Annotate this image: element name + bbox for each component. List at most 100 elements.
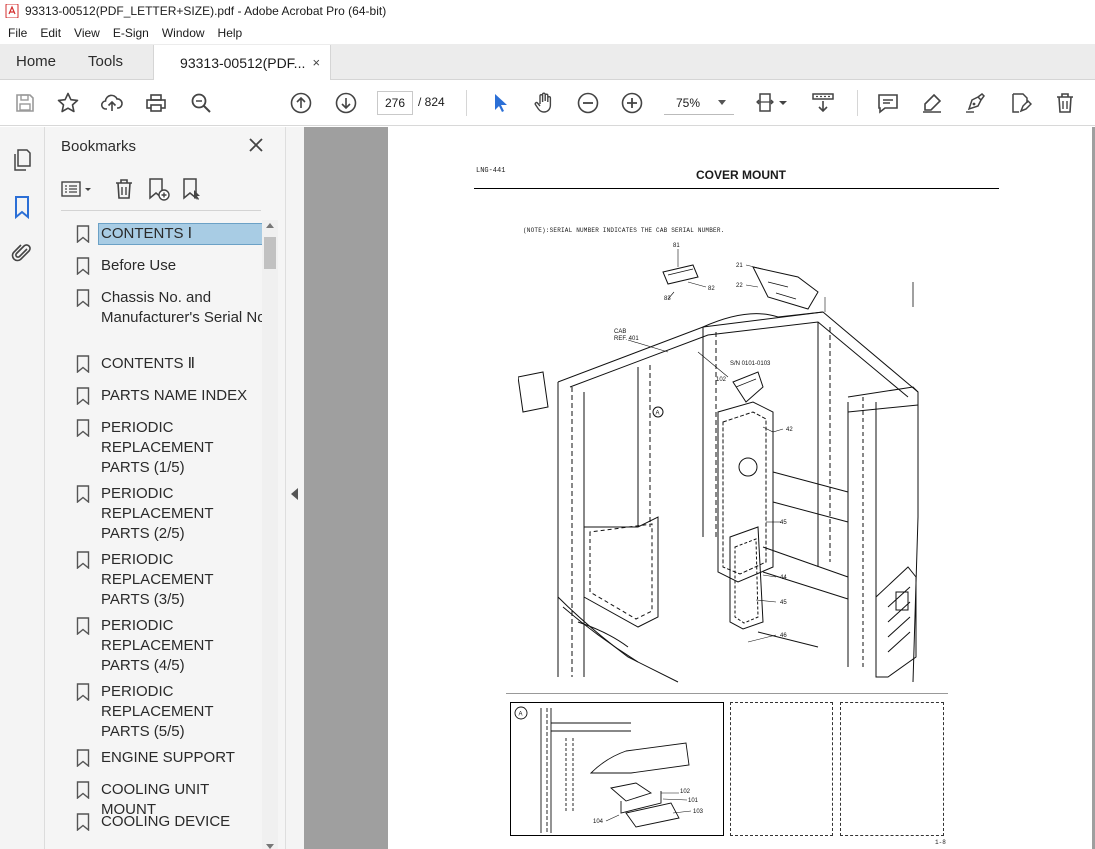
hand-tool-icon[interactable] xyxy=(532,91,556,115)
bookmarks-toolbar xyxy=(61,176,261,202)
menu-window[interactable]: Window xyxy=(162,26,205,40)
save-icon[interactable] xyxy=(13,91,37,115)
menu-bar: File Edit View E-Sign Window Help xyxy=(0,22,1095,44)
sign-pen-icon[interactable] xyxy=(963,91,987,115)
main-toolbar: 276 / 824 75% xyxy=(0,80,1095,126)
bookmarks-panel-icon[interactable] xyxy=(10,195,34,220)
tab-document[interactable]: 93313-00512(PDF... × xyxy=(153,45,332,80)
print-icon[interactable] xyxy=(144,91,168,115)
callout-81: 81 xyxy=(673,243,680,249)
bookmark-options-icon[interactable] xyxy=(61,176,97,202)
new-bookmark-icon[interactable] xyxy=(145,176,171,202)
menu-file[interactable]: File xyxy=(8,26,27,40)
page-note: (NOTE):SERIAL NUMBER INDICATES THE CAB S… xyxy=(523,227,725,234)
callout-45-lower: 45 xyxy=(780,600,787,606)
bookmark-icon xyxy=(76,225,90,243)
bookmark-label: Chassis No. and Manufacturer's Serial No xyxy=(101,289,263,326)
acrobat-app-icon xyxy=(5,4,19,18)
menu-esign[interactable]: E-Sign xyxy=(113,26,149,40)
menu-edit[interactable]: Edit xyxy=(40,26,61,40)
next-page-icon[interactable] xyxy=(334,91,358,115)
bookmark-item-before-use[interactable]: Before Use xyxy=(76,256,263,276)
delete-trash-icon[interactable] xyxy=(1053,91,1077,115)
highlight-pen-icon[interactable] xyxy=(920,91,944,115)
bookmark-label: CONTENTS Ⅱ xyxy=(101,355,196,372)
star-icon[interactable] xyxy=(56,91,80,115)
zoom-level-value: 75% xyxy=(676,95,701,110)
toolbar-divider xyxy=(466,90,467,116)
bookmark-icon xyxy=(76,485,90,503)
detail-separator xyxy=(506,693,948,694)
bookmark-item-chassis-no[interactable]: Chassis No. and Manufacturer's Serial No xyxy=(76,288,263,328)
divider xyxy=(61,210,261,211)
toolbar-divider xyxy=(857,90,858,116)
page-fit-icon[interactable] xyxy=(755,91,791,115)
panel-splitter[interactable] xyxy=(285,127,304,849)
scrollbar-thumb[interactable] xyxy=(264,237,276,269)
bookmark-item-parts-name-index[interactable]: PARTS NAME INDEX xyxy=(76,386,263,406)
attachments-paperclip-icon[interactable] xyxy=(10,241,34,265)
comment-icon[interactable] xyxy=(876,91,900,115)
title-rule xyxy=(474,188,999,189)
callout-44: 44 xyxy=(780,575,787,581)
page-number-input[interactable]: 276 xyxy=(377,91,413,115)
callout-82: 82 xyxy=(708,286,715,292)
edit-pdf-icon[interactable] xyxy=(1008,91,1033,115)
collapse-panel-arrow-icon[interactable] xyxy=(291,488,298,500)
window-title: 93313-00512(PDF_LETTER+SIZE).pdf - Adobe… xyxy=(25,4,387,18)
callout-ref: REF. 401 xyxy=(614,336,639,342)
bookmark-item-periodic-1[interactable]: PERIODIC REPLACEMENT PARTS (1/5) xyxy=(76,418,263,478)
zoom-level-select[interactable]: 75% xyxy=(664,91,734,115)
bookmark-item-cooling-device[interactable]: COOLING DEVICE xyxy=(76,812,263,832)
scroll-down-arrow-icon[interactable] xyxy=(266,844,274,849)
menu-view[interactable]: View xyxy=(74,26,100,40)
callout-42: 42 xyxy=(786,427,793,433)
zoom-in-icon[interactable] xyxy=(620,91,644,115)
scroll-mode-icon[interactable] xyxy=(811,91,835,115)
bookmark-icon xyxy=(76,813,90,831)
callout-22: 22 xyxy=(736,283,743,289)
bookmark-label: PERIODIC REPLACEMENT PARTS (2/5) xyxy=(101,485,214,542)
bookmark-item-contents-1[interactable]: CONTENTS Ⅰ xyxy=(76,223,263,245)
previous-page-icon[interactable] xyxy=(289,91,313,115)
menu-help[interactable]: Help xyxy=(218,26,243,40)
bookmark-item-periodic-4[interactable]: PERIODIC REPLACEMENT PARTS (4/5) xyxy=(76,616,263,676)
bookmark-icon xyxy=(76,749,90,767)
scroll-up-arrow-icon[interactable] xyxy=(266,223,274,228)
bookmarks-panel-title: Bookmarks xyxy=(61,138,137,155)
detail-marker-a: A xyxy=(656,411,660,417)
detail-callout-103: 103 xyxy=(693,809,704,815)
detail-callout-104: 104 xyxy=(593,819,604,825)
detail-marker-a-label: A xyxy=(519,712,523,718)
bookmark-label: PERIODIC REPLACEMENT PARTS (1/5) xyxy=(101,419,214,476)
bookmarks-panel: Bookmarks CONTENTS Ⅰ Before Use Chassis … xyxy=(45,127,285,849)
detail-a-drawing: A 102 101 103 104 xyxy=(514,706,704,833)
tab-home[interactable]: Home xyxy=(0,44,72,79)
bookmark-item-periodic-3[interactable]: PERIODIC REPLACEMENT PARTS (3/5) xyxy=(76,550,263,610)
close-icon[interactable] xyxy=(248,137,264,153)
bookmark-scrollbar[interactable] xyxy=(262,220,278,849)
page-total: / 824 xyxy=(418,95,445,109)
callout-cab: CAB xyxy=(614,329,626,335)
page-title: COVER MOUNT xyxy=(696,168,786,182)
upload-cloud-icon[interactable] xyxy=(100,91,124,115)
bookmark-item-periodic-2[interactable]: PERIODIC REPLACEMENT PARTS (2/5) xyxy=(76,484,263,544)
close-tab-icon[interactable]: × xyxy=(312,55,320,70)
tab-document-label: 93313-00512(PDF... xyxy=(180,54,306,71)
page-footer-number: 1-8 xyxy=(935,839,946,846)
select-cursor-icon[interactable] xyxy=(488,91,512,115)
page-thumbnails-icon[interactable] xyxy=(10,148,34,172)
bookmark-item-engine-support[interactable]: ENGINE SUPPORT xyxy=(76,748,263,768)
bookmark-item-contents-2[interactable]: CONTENTS Ⅱ xyxy=(76,354,263,374)
document-viewport[interactable]: LNG-441 COVER MOUNT (NOTE):SERIAL NUMBER… xyxy=(304,127,1095,849)
bookmark-icon xyxy=(76,289,90,307)
zoom-search-icon[interactable] xyxy=(189,91,213,115)
empty-detail-frame xyxy=(730,702,833,836)
tab-tools[interactable]: Tools xyxy=(72,44,139,79)
zoom-out-icon[interactable] xyxy=(576,91,600,115)
bookmark-item-periodic-5[interactable]: PERIODIC REPLACEMENT PARTS (5/5) xyxy=(76,682,263,742)
delete-bookmark-icon[interactable] xyxy=(111,176,137,202)
bookmark-from-selection-icon[interactable] xyxy=(179,176,205,202)
bookmark-icon xyxy=(76,617,90,635)
tab-bar: Home Tools 93313-00512(PDF... × xyxy=(0,44,1095,80)
